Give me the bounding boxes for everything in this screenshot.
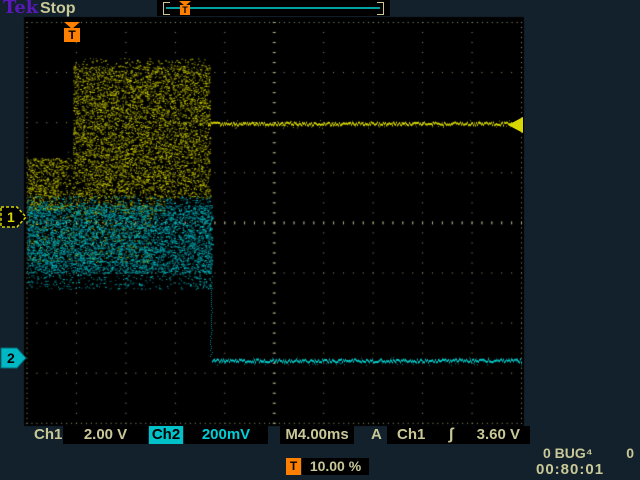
counter-right-readout: 0 [626, 446, 634, 461]
trigger-position-readout: 10.00 % [302, 458, 369, 475]
ch1-scale-readout: 2.00 V [63, 426, 148, 444]
counter-left-readout: 0 BUG⁴ [543, 446, 593, 461]
trigger-readout: Ch1 ʃ 3.60 V [387, 426, 530, 444]
trigger-level-readout: 3.60 V [477, 426, 520, 444]
trigger-level-arrow-icon [505, 116, 525, 134]
record-trigger-flag-icon: T [180, 5, 190, 15]
tek-logo: Tek [3, 0, 38, 16]
acquisition-label: A [371, 426, 382, 444]
trigger-position-flag-icon: T [64, 28, 80, 42]
timebase-readout: M4.00ms [280, 426, 354, 444]
rising-edge-icon: ʃ [448, 426, 453, 444]
record-line [166, 7, 380, 9]
ch1-marker-label: 1 [7, 209, 15, 225]
ch2-marker-label: 2 [7, 350, 15, 366]
ch2-scale-readout: 200mV [184, 426, 268, 444]
ch2-label: Ch2 [149, 426, 183, 444]
counter-line: 0 BUG⁴ 0 [543, 446, 634, 461]
trigger-source-label: Ch1 [397, 426, 425, 444]
acquisition-status: Stop [40, 0, 76, 18]
clock-readout: 00:80:01 [536, 461, 604, 479]
ch1-ground-marker: 1 [0, 205, 28, 229]
ch1-label: Ch1 [34, 426, 62, 444]
trigger-position-chip-icon: T [286, 458, 301, 475]
waveform-display [0, 0, 640, 480]
ch2-ground-marker: 2 [0, 346, 28, 370]
oscilloscope-screen: Tek Stop T T 1 2 Ch1 2.00 V Ch2 200mV M4… [0, 0, 640, 480]
